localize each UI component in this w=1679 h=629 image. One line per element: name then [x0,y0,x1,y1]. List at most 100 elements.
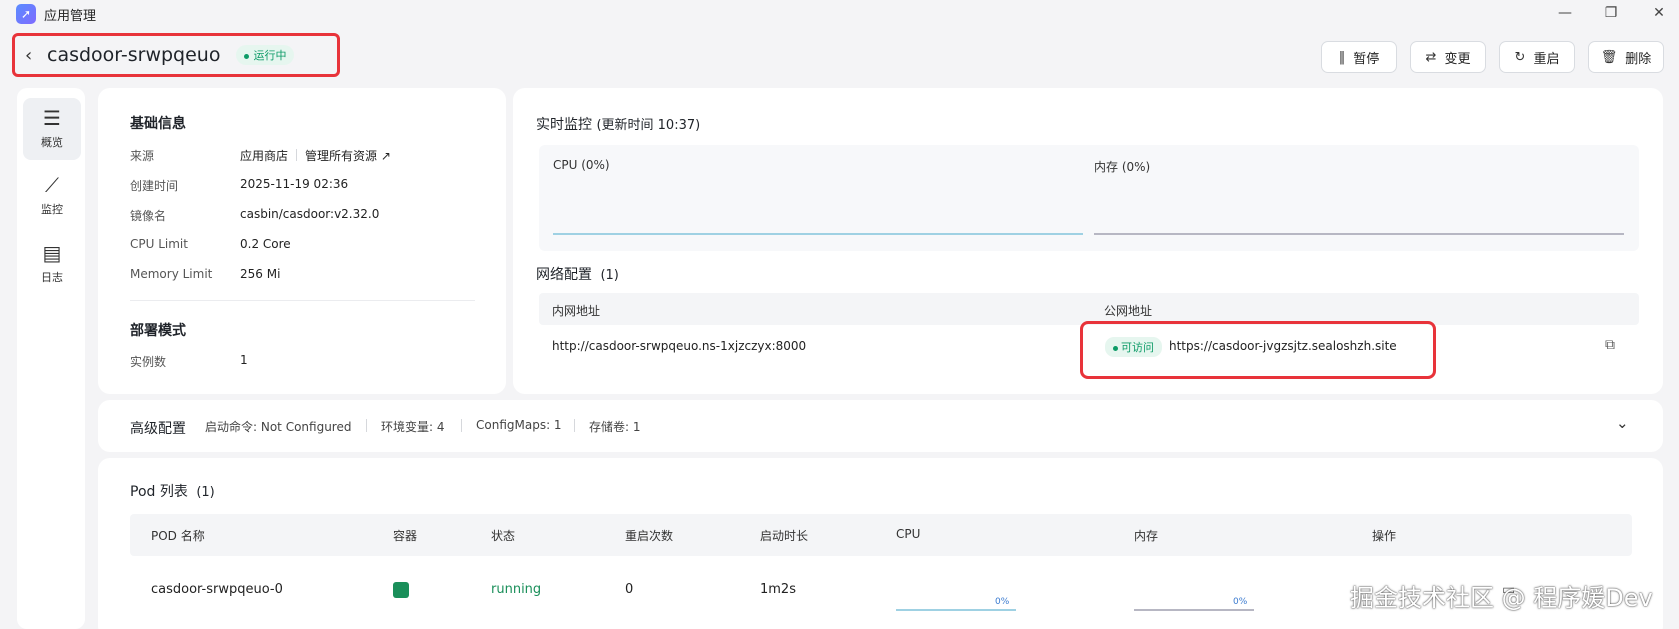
col-memory: 内存 [1134,529,1159,543]
close-icon[interactable]: ✕ [1647,3,1671,23]
col-pod-name: POD 名称 [151,529,205,543]
pause-icon: ‖ [1338,49,1346,65]
monitor-update-time: (更新时间 10:37) [596,118,701,133]
swap-icon: ⇄ [1425,49,1437,65]
replicas-label: 实例数 [130,355,167,369]
col-actions: 操作 [1372,529,1397,543]
memory-limit-value: 256 Mi [240,267,281,281]
nav-item-monitor[interactable]: ⟋ 监控 [23,165,81,227]
page-title: casdoor-srwpqeuo [47,44,221,66]
pod-list-title: Pod 列表 (1) [130,481,215,501]
memory-limit-label: Memory Limit [130,267,213,281]
minimize-icon[interactable]: — [1553,3,1577,23]
restart-button[interactable]: ↻ 重启 [1499,41,1575,73]
storage-count: 存储卷: 1 [589,420,641,434]
col-restarts: 重启次数 [625,529,674,543]
image-value: casbin/casdoor:v2.32.0 [240,207,380,221]
network-title-text: 网络配置 [536,267,592,283]
mem-usage-percent: 0% [1233,597,1248,607]
cpu-limit-value: 0.2 Core [240,237,291,251]
nav-item-overview[interactable]: ☰ 概览 [23,98,81,160]
restart-label: 重启 [1533,51,1560,67]
basic-info-title: 基础信息 [130,116,186,132]
rocket-icon: ➚ [16,4,36,24]
cpu-monitor-label: CPU (0%) [553,158,610,172]
network-count: (1) [600,268,619,283]
nav-label-monitor: 监控 [41,203,63,216]
cpu-limit-label: CPU Limit [130,237,188,251]
chevron-down-icon[interactable]: ⌄ [1616,414,1629,432]
copy-icon[interactable]: ⧉ [1605,337,1615,353]
source-value: 应用商店 [240,149,289,163]
cpu-usage-line [553,233,1083,235]
status-dot-icon [1113,345,1118,351]
col-uptime: 启动时长 [760,529,809,543]
divider [366,419,367,432]
env-count: 环境变量: 4 [381,420,445,434]
accessible-label: 可访问 [1121,341,1154,354]
pod-count: (1) [196,485,215,500]
deploy-mode-title: 部署模式 [130,323,186,339]
status-badge: 运行中 [236,45,295,65]
container-status-icon[interactable] [393,582,409,598]
calendar-log-icon: ▤ [42,241,62,265]
mem-monitor-label: 内存 (0%) [1094,160,1151,174]
nav-item-logs[interactable]: ▤ 日志 [23,233,81,295]
status-dot-icon [244,53,250,59]
divider [574,419,575,432]
monitor-title: 实时监控 (更新时间 10:37) [536,114,700,134]
replicas-value: 1 [240,353,248,367]
monitor-title-text: 实时监控 [536,117,592,133]
delete-label: 删除 [1625,51,1652,67]
pause-button[interactable]: ‖ 暂停 [1321,41,1397,73]
col-container: 容器 [393,529,418,543]
internal-address[interactable]: http://casdoor-srwpqeuo.ns-1xjzczyx:8000 [552,339,806,353]
col-internal-address: 内网地址 [552,304,601,318]
status-label: 运行中 [253,49,287,62]
app-header: ‹ casdoor-srwpqeuo 运行中 [12,33,340,77]
pod-status: running [491,582,542,597]
pod-list-title-text: Pod 列表 [130,484,188,500]
pod-name[interactable]: casdoor-srwpqeuo-0 [151,582,283,597]
public-address-link[interactable]: https://casdoor-jvgzsjtz.sealoshzh.site [1169,339,1397,353]
restart-icon: ↻ [1514,49,1526,65]
nav-label-overview: 概览 [41,136,63,149]
source-label: 来源 [130,149,155,163]
side-nav: ☰ 概览 ⟋ 监控 ▤ 日志 [17,88,85,629]
window-title: 应用管理 [44,9,97,24]
change-label: 变更 [1444,51,1471,67]
mem-usage-line [1094,233,1624,235]
accessible-badge: 可访问 [1105,337,1162,357]
divider [461,419,462,432]
nav-label-logs: 日志 [41,271,63,284]
network-title: 网络配置 (1) [536,264,619,284]
pod-table-header: POD 名称 容器 状态 重启次数 启动时长 CPU 内存 操作 [130,514,1632,556]
divider [296,149,297,161]
advanced-title: 高级配置 [130,421,186,437]
col-status: 状态 [491,529,516,543]
change-button[interactable]: ⇄ 变更 [1410,41,1486,73]
created-label: 创建时间 [130,179,179,193]
manage-resources-link[interactable]: 管理所有资源 ↗ [305,147,391,164]
divider [130,300,475,301]
server-icon: ☰ [43,106,61,130]
line-chart-icon: ⟋ [45,173,59,197]
restore-icon[interactable]: ❐ [1599,3,1623,23]
col-public-address: 公网地址 [1104,304,1153,318]
cpu-usage-percent: 0% [995,597,1010,607]
chevron-left-icon[interactable]: ‹ [25,45,39,66]
delete-button[interactable]: 🗑 删除 [1588,41,1664,73]
mem-usage-bar [1134,609,1254,611]
monitor-charts: CPU (0%) 内存 (0%) [539,145,1639,251]
pod-restarts: 0 [625,582,634,597]
watermark: 掘金技术社区 @ 程序媛Dev [1350,584,1653,612]
image-label: 镜像名 [130,209,167,223]
trash-icon: 🗑 [1600,49,1618,65]
col-cpu: CPU [896,527,921,541]
cpu-usage-bar [896,609,1016,611]
pod-uptime: 1m2s [760,582,796,597]
pause-label: 暂停 [1353,51,1380,67]
title-bar: ➚ 应用管理 — ❐ ✕ [0,0,1679,26]
startup-command: 启动命令: Not Configured [205,420,352,434]
configmaps-count: ConfigMaps: 1 [476,418,562,432]
